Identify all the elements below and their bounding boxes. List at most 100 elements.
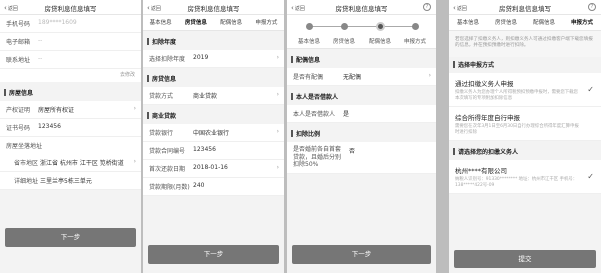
section-marker: [147, 112, 149, 119]
loan-section-title: 房贷信息: [152, 76, 177, 83]
has-spouse-row[interactable]: 是否有配偶 无配偶 ›: [287, 68, 436, 86]
house-address-label: 房屋坐落地址: [6, 143, 43, 150]
lender-bank-value: 中国农业银行: [193, 130, 230, 137]
help-icon[interactable]: ?: [423, 3, 431, 11]
ratio-section-header: 扣除比例: [287, 123, 436, 142]
deduction-year-value: 2019: [193, 54, 209, 61]
deduction-ratio-row[interactable]: 是否婚前各自首套贷款，且婚后分别扣除50% 否: [287, 142, 436, 174]
address-contact-row: 联系地址 --: [0, 51, 141, 69]
tab-spouse-info[interactable]: 配偶信息: [214, 15, 249, 30]
spouse-group: 是否有配偶 无配偶 ›: [287, 68, 436, 86]
email-label: 电子邮箱: [6, 39, 31, 46]
property-proof-value: 房屋所有权证: [38, 107, 75, 114]
contact-address-value: --: [38, 55, 43, 62]
is-borrower-row[interactable]: 本人是否借款人 是: [287, 105, 436, 123]
contract-number-value: 123456: [193, 146, 216, 153]
email-row: 电子邮箱 --: [0, 33, 141, 51]
loan-type-value: 商业贷款: [193, 93, 218, 100]
checkmark-icon: ✓: [587, 172, 594, 181]
ratio-section-title: 扣除比例: [296, 131, 321, 138]
region-label: 省市地区: [14, 160, 39, 167]
commercial-section-title: 商业贷款: [152, 113, 177, 120]
loan-term-row[interactable]: 贷款期限(月数) 240: [143, 178, 284, 196]
tab-declare-method[interactable]: 申报方式: [563, 15, 601, 30]
option-self-annual[interactable]: 综合所得年度自行申报 需要您在次年3月1日至6月30日自行办理综合所得年度汇算申…: [449, 107, 601, 141]
page-title: 房贷利息信息填写: [44, 5, 97, 13]
next-button[interactable]: 下一步: [148, 245, 279, 264]
employer-section-header: 请选择您的扣缴义务人: [449, 141, 601, 160]
borrower-section-header: 本人是否借款人: [287, 86, 436, 105]
step-dot-spouse-current: [376, 22, 385, 31]
spouse-section-header: 配偶信息: [287, 49, 436, 68]
certificate-number-label: 证书号码: [6, 125, 31, 132]
phone-row: 手机号码 189****1609: [0, 15, 141, 33]
nav-bar: ‹返回 房贷利息信息填写: [0, 0, 141, 15]
employer-item[interactable]: 杭州****有限公司 纳税人识别号：91330******** 地址：杭州市江干…: [449, 160, 601, 194]
step-dot-basic: [306, 23, 313, 30]
phone-value: 189****1609: [38, 19, 77, 26]
property-proof-label: 产权证明: [6, 107, 31, 114]
help-icon[interactable]: ?: [588, 3, 596, 11]
tab-loan-info[interactable]: 房贷信息: [178, 15, 213, 30]
house-section-header: 房屋信息: [0, 82, 141, 101]
region-value: 浙江省 杭州市 江干区 笕桥街道: [40, 160, 124, 167]
nav-bar: ‹返回 房贷利息信息填写 ?: [449, 0, 601, 15]
detail-address-value: 三里兰亭5栋三单元: [40, 178, 92, 185]
contract-number-row[interactable]: 贷款合同编号 123456: [143, 142, 284, 160]
screen-declare-method: ‹返回 房贷利息信息填写 ? 基本信息 房贷信息 配偶信息 申报方式 若您选择了…: [449, 0, 601, 273]
page-title: 房贷利息信息填写: [499, 5, 551, 13]
step-label-loan: 房贷信息: [332, 39, 355, 45]
tab-loan-info[interactable]: 房贷信息: [487, 15, 525, 30]
house-group: 产权证明 房屋所有权证 › 证书号码 123456 房屋坐落地址 省市地区 浙江…: [0, 101, 141, 190]
email-value: --: [38, 37, 43, 44]
first-repayment-row[interactable]: 首次还款日期 2018-01-16 ›: [143, 160, 284, 178]
submit-button[interactable]: 提交: [454, 250, 596, 268]
option-via-withholder[interactable]: 通过扣缴义务人申报 扣缴义务人为您办理个人所得税预扣预缴申报时，需要您下载您本次…: [449, 73, 601, 107]
tab-basic-info[interactable]: 基本信息: [143, 15, 178, 30]
loan-type-row[interactable]: 贷款方式 商业贷款 ›: [143, 87, 284, 105]
chevron-right-icon: ›: [428, 72, 431, 79]
region-row[interactable]: 省市地区 浙江省 杭州市 江干区 笕桥街道 ›: [0, 154, 141, 172]
next-button[interactable]: 下一步: [292, 245, 431, 264]
screen-basic-info: ‹返回 房贷利息信息填写 手机号码 189****1609 电子邮箱 -- 联系…: [0, 0, 141, 273]
progress-stepper: 基本信息 房贷信息 配偶信息 申报方式: [287, 15, 436, 49]
method-section-header: 选择申报方式: [449, 57, 601, 73]
has-spouse-label: 是否有配偶: [293, 74, 324, 81]
step-tabs: 基本信息 房贷信息 配偶信息 申报方式: [143, 15, 284, 31]
option-description: 扣缴义务人为您办理个人所得税预扣预缴申报时，需要您下载您本次填写的专项附加扣除信…: [455, 90, 578, 101]
lender-bank-label: 贷款银行: [149, 130, 174, 137]
loan-type-label: 贷款方式: [149, 93, 174, 100]
borrower-group: 本人是否借款人 是: [287, 105, 436, 123]
deduction-year-row[interactable]: 选择扣除年度 2019 ›: [143, 50, 284, 68]
contract-number-label: 贷款合同编号: [149, 148, 186, 155]
commercial-section-header: 商业贷款: [143, 105, 284, 124]
loan-section-header: 房贷信息: [143, 68, 284, 87]
section-marker: [147, 75, 149, 82]
checkmark-icon: ✓: [587, 85, 594, 94]
certificate-number-row[interactable]: 证书号码 123456: [0, 119, 141, 137]
detail-address-label: 详细地址: [14, 178, 39, 185]
contact-group: 手机号码 189****1609 电子邮箱 -- 联系地址 -- 去修改: [0, 15, 141, 82]
commercial-loan-group: 贷款银行 中国农业银行 › 贷款合同编号 123456 首次还款日期 2018-…: [143, 124, 284, 196]
tab-basic-info[interactable]: 基本信息: [449, 15, 487, 30]
detail-address-row[interactable]: 详细地址 三里兰亭5栋三单元: [0, 172, 141, 190]
tab-spouse-info[interactable]: 配偶信息: [525, 15, 563, 30]
spouse-section-title: 配偶信息: [296, 57, 321, 64]
step-label-declare: 申报方式: [403, 39, 426, 45]
screen-loan-info: ‹返回 房贷利息信息填写 基本信息 房贷信息 配偶信息 申报方式 扣除年度 选择…: [143, 0, 284, 273]
section-marker: [453, 61, 455, 68]
year-group: 选择扣除年度 2019 ›: [143, 50, 284, 68]
property-proof-row[interactable]: 产权证明 房屋所有权证 ›: [0, 101, 141, 119]
lender-bank-row[interactable]: 贷款银行 中国农业银行 ›: [143, 124, 284, 142]
nav-bar: ‹返回 房贷利息信息填写 ?: [287, 0, 436, 15]
nav-bar: ‹返回 房贷利息信息填写: [143, 0, 284, 15]
edit-contact-link[interactable]: 去修改: [120, 72, 135, 78]
tab-declare-method[interactable]: 申报方式: [249, 15, 284, 30]
first-repayment-value: 2018-01-16: [193, 164, 228, 171]
chevron-right-icon: ›: [276, 54, 279, 61]
next-button[interactable]: 下一步: [5, 228, 136, 247]
notice-text: 若您选择了扣缴义务人，则扣缴义务人可通过扣缴客户端下载您填报的信息，并在预扣预缴…: [449, 31, 601, 57]
is-borrower-value: 是: [343, 111, 350, 118]
stepper-line: [309, 26, 414, 27]
year-section-header: 扣除年度: [143, 31, 284, 50]
